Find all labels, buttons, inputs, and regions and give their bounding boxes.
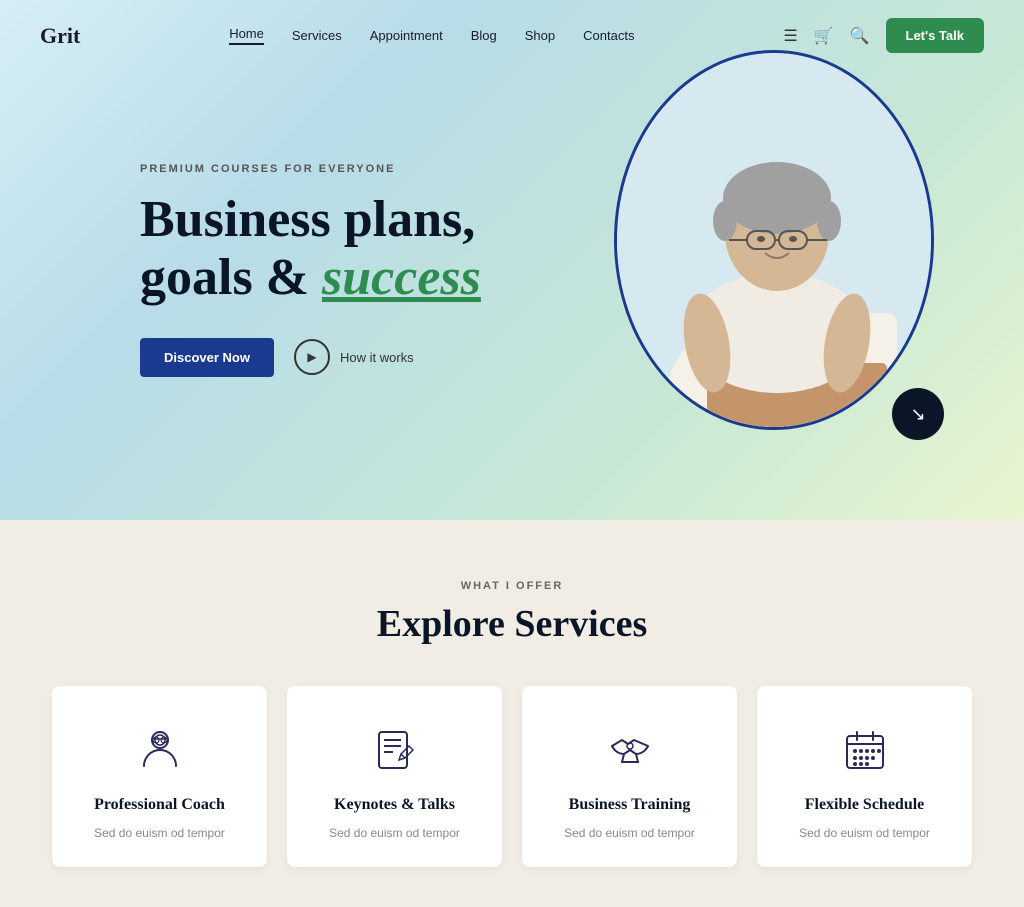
person-svg — [617, 53, 934, 430]
nav-appointment[interactable]: Appointment — [370, 28, 443, 43]
nav-services[interactable]: Services — [292, 28, 342, 43]
training-icon — [602, 722, 658, 778]
nav-shop[interactable]: Shop — [525, 28, 555, 43]
search-icon[interactable]: 🔍 — [850, 26, 870, 46]
service-desc-schedule: Sed do euism od tempor — [777, 824, 952, 843]
service-card-coach: Professional Coach Sed do euism od tempo… — [52, 686, 267, 867]
service-card-training: Business Training Sed do euism od tempor — [522, 686, 737, 867]
navbar: Grit Home Services Appointment Blog Shop… — [0, 0, 1024, 71]
service-name-coach: Professional Coach — [72, 796, 247, 814]
hero-content: Premium Courses For Everyone Business pl… — [140, 163, 481, 376]
keynotes-icon — [367, 722, 423, 778]
nav-right: ☰ 🛒 🔍 Let's Talk — [783, 18, 984, 53]
hero-section: Premium Courses For Everyone Business pl… — [0, 0, 1024, 520]
nav-home[interactable]: Home — [229, 26, 264, 45]
services-tag: What I Offer — [40, 580, 984, 592]
how-label: How it works — [340, 350, 414, 365]
hero-title-highlight: success — [322, 249, 481, 306]
lets-talk-button[interactable]: Let's Talk — [886, 18, 984, 53]
service-name-training: Business Training — [542, 796, 717, 814]
hero-circle — [614, 50, 934, 430]
coach-icon — [132, 722, 188, 778]
service-card-keynotes: Keynotes & Talks Sed do euism od tempor — [287, 686, 502, 867]
service-desc-coach: Sed do euism od tempor — [72, 824, 247, 843]
cart-icon[interactable]: 🛒 — [814, 26, 834, 46]
nav-blog[interactable]: Blog — [471, 28, 497, 43]
discover-now-button[interactable]: Discover Now — [140, 338, 274, 377]
hero-title: Business plans, goals & success — [140, 191, 481, 305]
hero-title-line1: Business plans, — [140, 191, 475, 248]
hero-subtitle: Premium Courses For Everyone — [140, 163, 481, 175]
hero-actions: Discover Now ▶ How it works — [140, 338, 481, 377]
nav-links: Home Services Appointment Blog Shop Cont… — [229, 26, 634, 45]
how-it-works-button[interactable]: ▶ How it works — [294, 339, 414, 375]
service-name-schedule: Flexible Schedule — [777, 796, 952, 814]
services-grid: Professional Coach Sed do euism od tempo… — [52, 686, 972, 867]
play-icon: ▶ — [294, 339, 330, 375]
service-card-schedule: Flexible Schedule Sed do euism od tempor — [757, 686, 972, 867]
brand-logo[interactable]: Grit — [40, 23, 80, 49]
schedule-icon — [837, 722, 893, 778]
hero-title-line2: goals & — [140, 249, 322, 306]
services-section: What I Offer Explore Services Profession… — [0, 520, 1024, 907]
service-desc-keynotes: Sed do euism od tempor — [307, 824, 482, 843]
service-desc-training: Sed do euism od tempor — [542, 824, 717, 843]
nav-contacts[interactable]: Contacts — [583, 28, 634, 43]
arrow-down-button[interactable]: ↘ — [892, 388, 944, 440]
services-title: Explore Services — [40, 602, 984, 646]
menu-icon[interactable]: ☰ — [783, 26, 797, 46]
service-name-keynotes: Keynotes & Talks — [307, 796, 482, 814]
hero-image: ↘ — [604, 30, 944, 470]
